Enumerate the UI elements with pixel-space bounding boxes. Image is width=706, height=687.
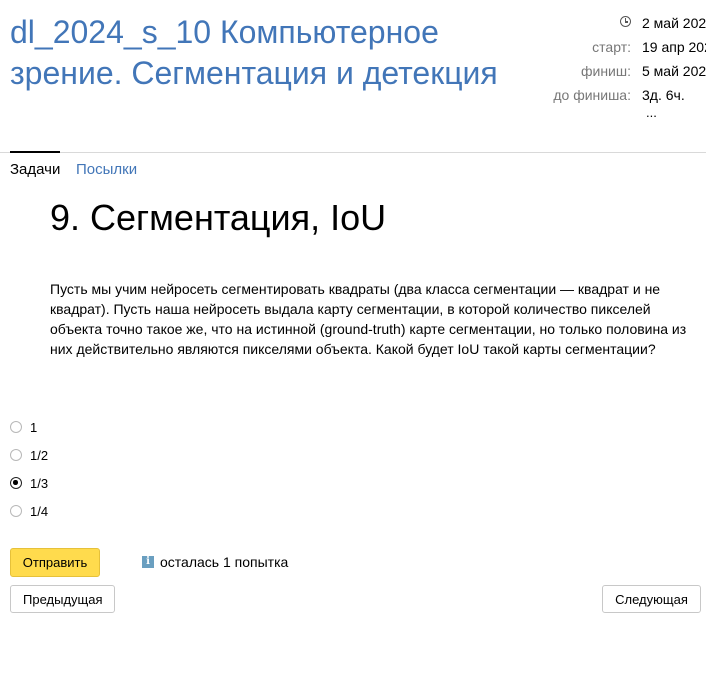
attempts-text: осталась 1 попытка xyxy=(160,554,289,570)
info-icon: i xyxy=(142,556,154,568)
remaining-label: до финиша: xyxy=(553,87,631,103)
problem-title: 9. Сегментация, IoU xyxy=(50,197,387,238)
option-label: 1/4 xyxy=(30,503,49,519)
finish-value: 5 май 2024 xyxy=(642,63,706,79)
answer-option[interactable]: 1/4 xyxy=(10,502,48,520)
radio-button[interactable] xyxy=(10,421,22,433)
current-date: 2 май 2024 xyxy=(642,15,706,31)
attempts-info: i осталась 1 попытка xyxy=(142,554,288,570)
submit-button[interactable]: Отправить xyxy=(10,548,100,577)
current-date-row: 2 май 2024 xyxy=(520,13,706,33)
problem-statement: Пусть мы учим нейросеть сегментировать к… xyxy=(50,281,687,357)
finish-row: финиш: 5 май 2024 xyxy=(520,61,706,81)
clock-icon xyxy=(620,16,631,27)
header-divider xyxy=(0,152,706,153)
start-value: 19 апр 2024 xyxy=(642,39,706,55)
option-label: 1/3 xyxy=(30,475,49,491)
tab-submissions[interactable]: Посылки xyxy=(76,161,137,179)
answer-option[interactable]: 1/3 xyxy=(10,474,48,492)
radio-button[interactable] xyxy=(10,477,22,489)
option-label: 1/2 xyxy=(30,447,49,463)
answer-option[interactable]: 1/2 xyxy=(10,446,48,464)
previous-button[interactable]: Предыдущая xyxy=(10,585,115,613)
finish-label: финиш: xyxy=(580,63,631,79)
option-label: 1 xyxy=(30,419,38,435)
answer-option[interactable]: 1 xyxy=(10,418,37,436)
active-tab-indicator xyxy=(10,151,60,153)
contest-title: dl_2024_s_10 Компьютерное зрение. Сегмен… xyxy=(10,14,498,91)
remaining-row: до финиша: 3д. 6ч. xyxy=(520,85,706,105)
meta-more[interactable]: ... xyxy=(646,105,657,120)
start-label: старт: xyxy=(592,39,631,55)
start-row: старт: 19 апр 2024 xyxy=(520,37,706,57)
remaining-value: 3д. 6ч. xyxy=(642,87,685,103)
radio-button[interactable] xyxy=(10,505,22,517)
next-button[interactable]: Следующая xyxy=(602,585,701,613)
tab-tasks[interactable]: Задачи xyxy=(10,161,60,179)
radio-button[interactable] xyxy=(10,449,22,461)
